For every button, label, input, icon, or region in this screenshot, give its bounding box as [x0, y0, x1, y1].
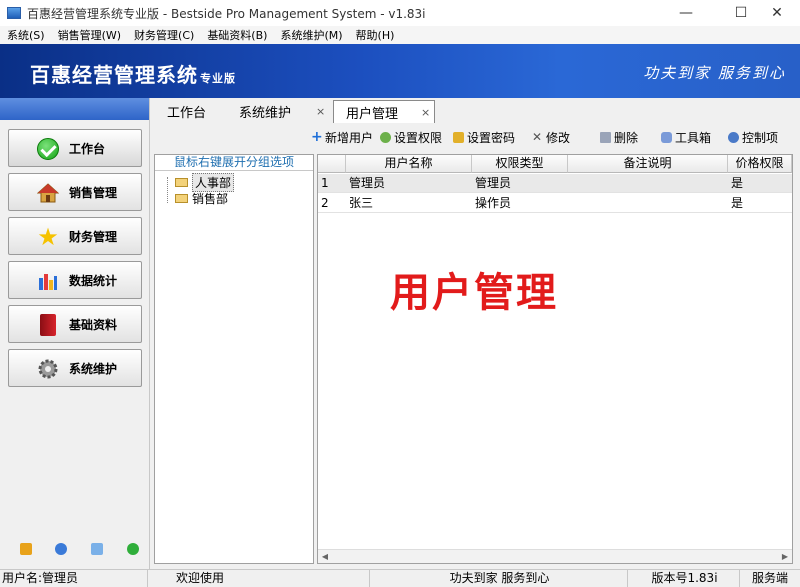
menu-bar: 系统(S) 销售管理(W) 财务管理(C) 基础资料(B) 系统维护(M) 帮助…: [0, 26, 800, 44]
tree-header: 鼠标右键展开分组选项: [155, 155, 313, 171]
tab-close-icon[interactable]: ×: [316, 105, 325, 118]
control-icon: [728, 132, 739, 143]
scroll-left-icon[interactable]: ◀: [318, 550, 332, 564]
toolbox-icon: [661, 132, 672, 143]
brand-title: 百惠经营管理系统 专业版: [30, 63, 236, 87]
star-icon: ★: [37, 223, 59, 251]
tree-item-sales[interactable]: 销售部: [175, 190, 228, 207]
key-icon[interactable]: [20, 543, 32, 555]
table-row[interactable]: 1 管理员 管理员 是: [318, 174, 792, 193]
lock-icon: [453, 132, 464, 143]
refresh-icon[interactable]: [127, 543, 139, 555]
book-icon: [40, 314, 56, 336]
app-icon: [7, 7, 21, 19]
tab-label: 系统维护: [239, 105, 292, 121]
bottom-toolbar: [0, 543, 150, 559]
toolbox-button[interactable]: 工具箱: [661, 129, 711, 146]
toolbar: + 新增用户 设置权限 设置密码 ✕ 修改 删除 工具箱 控制项: [151, 128, 800, 148]
tab-strip: 工作台 系统维护 × 用户管理 ×: [151, 98, 800, 123]
status-version: 版本号1.83i: [630, 570, 740, 587]
nav-label: 数据统计: [69, 273, 118, 288]
nav-label: 工作台: [69, 141, 106, 156]
check-circle-icon: [37, 138, 59, 160]
control-options-button[interactable]: 控制项: [728, 129, 778, 146]
menu-system[interactable]: 系统(S): [0, 27, 51, 43]
nav-label: 系统维护: [69, 361, 118, 376]
tab-close-icon[interactable]: ×: [421, 106, 430, 119]
column-header[interactable]: 备注说明: [568, 155, 728, 173]
nav-label: 基础资料: [69, 317, 118, 332]
search-icon[interactable]: [91, 543, 103, 555]
left-nav: 工作台 销售管理 ★ 财务管理 数据统计 基础资料 系统维护: [0, 98, 150, 569]
user-grid: 用户名称 权限类型 备注说明 价格权限 1 管理员 管理员 是 2 张三 操作员…: [317, 154, 793, 564]
status-mode: 服务端: [751, 571, 788, 585]
column-header[interactable]: 权限类型: [472, 155, 568, 173]
status-welcome: 欢迎使用: [150, 570, 370, 587]
folder-icon: [175, 194, 188, 203]
tab-label: 用户管理: [346, 106, 399, 122]
brand-edition: 专业版: [200, 72, 236, 85]
status-slogan: 功夫到家 服务到心: [372, 570, 628, 587]
folder-open-icon: [175, 178, 188, 187]
menu-sales[interactable]: 销售管理(W): [51, 27, 127, 43]
department-tree: 鼠标右键展开分组选项 人事部 销售部: [154, 154, 314, 564]
house-icon: [36, 182, 60, 204]
nav-finance-button[interactable]: ★ 财务管理: [8, 217, 142, 255]
page-title-overlay: 用户管理: [390, 270, 558, 316]
minimize-button[interactable]: —: [663, 0, 709, 26]
nav-label: 财务管理: [69, 229, 118, 244]
clock-icon[interactable]: [55, 543, 67, 555]
tab-user-management[interactable]: 用户管理 ×: [333, 100, 435, 123]
nav-label: 销售管理: [69, 185, 118, 200]
edit-button[interactable]: ✕ 修改: [532, 129, 570, 146]
tab-label: 工作台: [167, 105, 207, 121]
add-user-button[interactable]: + 新增用户: [311, 129, 373, 146]
table-row[interactable]: 2 张三 操作员 是: [318, 194, 792, 213]
status-user: 用户名:管理员: [2, 570, 148, 587]
tab-workbench[interactable]: 工作台: [155, 100, 221, 122]
tree-line: [167, 177, 168, 203]
tab-maintenance[interactable]: 系统维护 ×: [227, 100, 331, 122]
close-button[interactable]: ✕: [754, 0, 800, 26]
nav-workbench-button[interactable]: 工作台: [8, 129, 142, 167]
nav-sales-button[interactable]: 销售管理: [8, 173, 142, 211]
window-title: 百惠经营管理系统专业版 - Bestside Pro Management Sy…: [27, 6, 426, 21]
column-header[interactable]: 用户名称: [346, 155, 472, 173]
menu-finance[interactable]: 财务管理(C): [127, 27, 200, 43]
status-bar: 用户名:管理员 欢迎使用 功夫到家 服务到心 版本号1.83i 服务端: [0, 569, 800, 587]
row-index-header: [318, 155, 346, 173]
title-bar: 百惠经营管理系统专业版 - Bestside Pro Management Sy…: [0, 0, 800, 26]
nav-basic-data-button[interactable]: 基础资料: [8, 305, 142, 343]
permission-icon: [380, 132, 391, 143]
horizontal-scrollbar[interactable]: ◀ ▶: [318, 549, 792, 563]
nav-statistics-button[interactable]: 数据统计: [8, 261, 142, 299]
bar-chart-icon: [37, 270, 59, 292]
menu-basic-data[interactable]: 基础资料(B): [200, 27, 273, 43]
nav-header: [0, 98, 149, 120]
plus-icon: +: [311, 129, 323, 145]
menu-help[interactable]: 帮助(H): [349, 27, 401, 43]
gear-icon: [37, 358, 59, 380]
edit-icon: ✕: [532, 130, 543, 144]
delete-button[interactable]: 删除: [600, 129, 638, 146]
header-banner: 百惠经营管理系统 专业版 功夫到家 服务到心: [0, 44, 800, 98]
trash-icon: [600, 132, 611, 143]
nav-maintenance-button[interactable]: 系统维护: [8, 349, 142, 387]
banner-slogan: 功夫到家 服务到心: [643, 64, 786, 82]
column-header[interactable]: 价格权限: [728, 155, 792, 173]
main-content: 工作台 系统维护 × 用户管理 × + 新增用户 设置权限 设置密码 ✕ 修改: [151, 98, 800, 569]
set-password-button[interactable]: 设置密码: [453, 129, 515, 146]
scroll-right-icon[interactable]: ▶: [778, 550, 792, 564]
set-permission-button[interactable]: 设置权限: [380, 129, 442, 146]
menu-maintenance[interactable]: 系统维护(M): [273, 27, 348, 43]
